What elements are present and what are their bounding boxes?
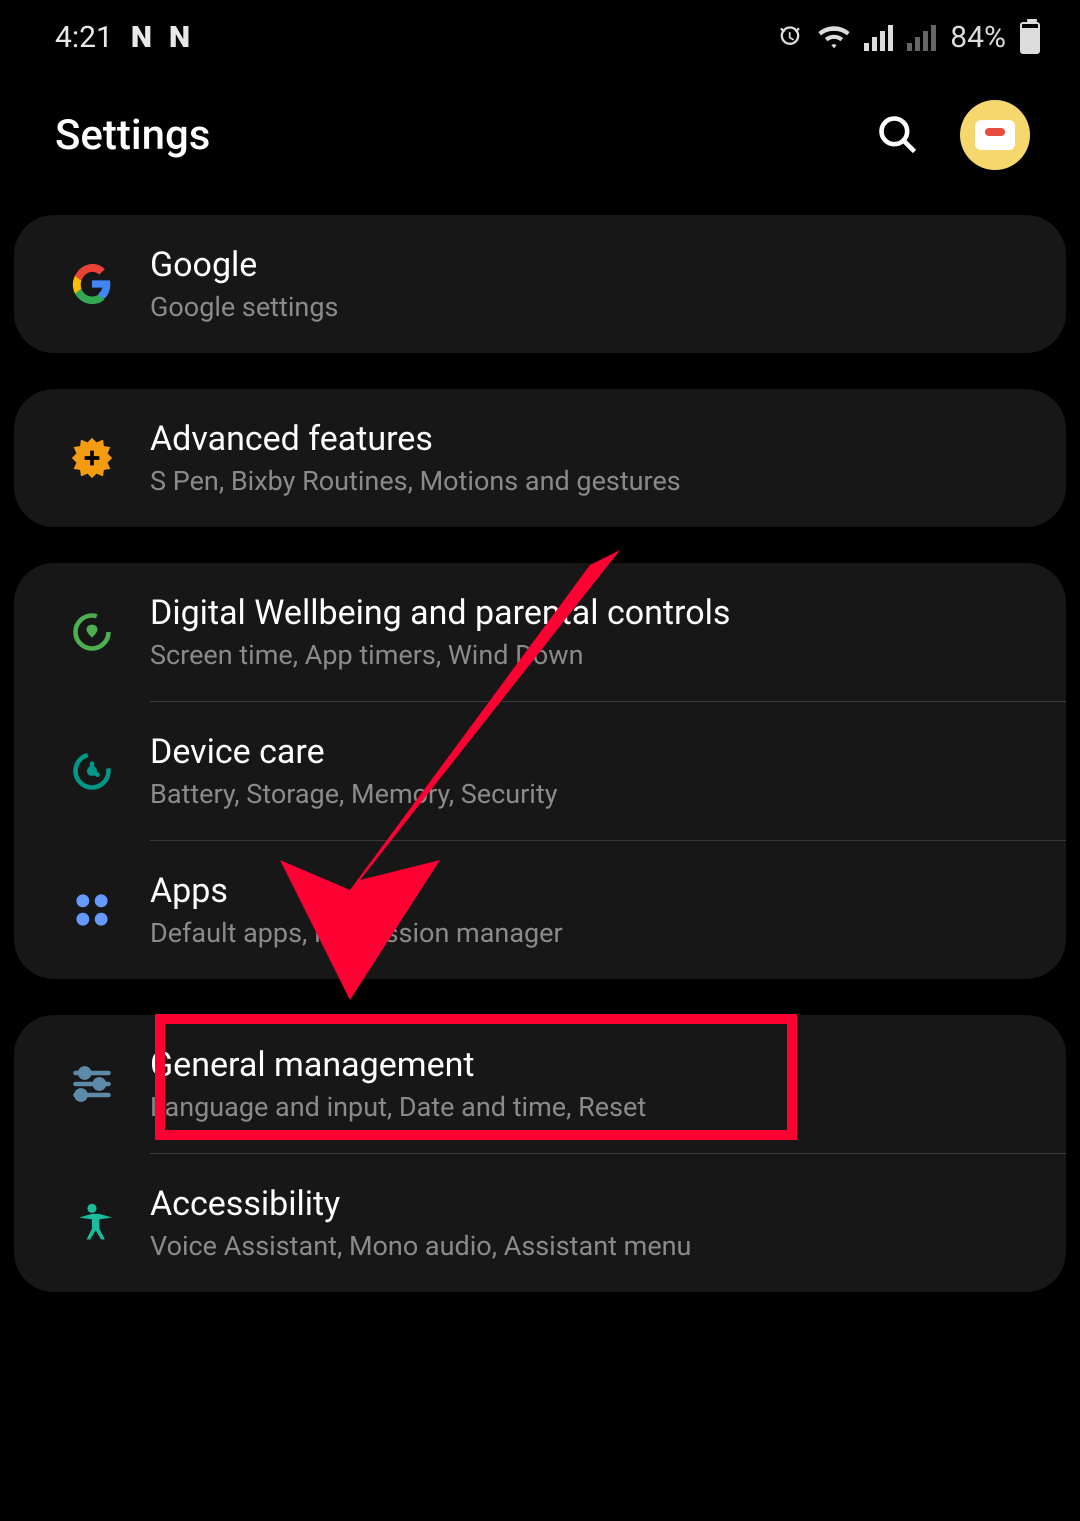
item-subtitle: Battery, Storage, Memory, Security [150, 778, 1026, 810]
item-subtitle: Voice Assistant, Mono audio, Assistant m… [150, 1230, 1026, 1262]
settings-item-google[interactable]: Google Google settings [14, 215, 1066, 353]
device-care-icon [42, 749, 142, 793]
settings-item-apps[interactable]: Apps Default apps, Permission manager [14, 841, 1066, 979]
profile-avatar[interactable] [960, 100, 1030, 170]
wellbeing-icon [42, 610, 142, 654]
item-title: Google [150, 245, 1026, 285]
battery-percent: 84% [950, 20, 1006, 55]
status-left: 4:21 N N [55, 20, 189, 55]
battery-icon [1020, 22, 1040, 54]
search-icon[interactable] [876, 113, 920, 157]
item-title: Device care [150, 732, 1026, 772]
item-title: Accessibility [150, 1184, 1026, 1224]
google-icon [42, 262, 142, 306]
accessibility-person-icon [42, 1201, 142, 1245]
item-subtitle: Google settings [150, 291, 1026, 323]
settings-item-digital-wellbeing[interactable]: Digital Wellbeing and parental controls … [14, 563, 1066, 701]
settings-item-general-management[interactable]: General management Language and input, D… [14, 1015, 1066, 1153]
settings-group: Digital Wellbeing and parental controls … [14, 563, 1066, 979]
item-title: Apps [150, 871, 1026, 911]
settings-item-advanced-features[interactable]: Advanced features S Pen, Bixby Routines,… [14, 389, 1066, 527]
notification-app-icon: N [131, 20, 151, 55]
settings-group: Google Google settings [14, 215, 1066, 353]
sliders-icon [42, 1062, 142, 1106]
page-title: Settings [55, 111, 210, 160]
header-actions [876, 100, 1030, 170]
settings-list: Google Google settings Advanced features… [0, 215, 1080, 1292]
app-header: Settings [0, 65, 1080, 215]
apps-grid-icon [42, 888, 142, 932]
item-subtitle: Screen time, App timers, Wind Down [150, 639, 1026, 671]
item-title: Digital Wellbeing and parental controls [150, 593, 1026, 633]
item-title: Advanced features [150, 419, 1026, 459]
item-title: General management [150, 1045, 1026, 1085]
wifi-icon [818, 25, 850, 51]
settings-item-accessibility[interactable]: Accessibility Voice Assistant, Mono audi… [14, 1154, 1066, 1292]
gear-plus-icon [42, 436, 142, 480]
item-subtitle: S Pen, Bixby Routines, Motions and gestu… [150, 465, 1026, 497]
alarm-icon [776, 24, 804, 52]
signal-1-icon [864, 25, 893, 51]
settings-item-device-care[interactable]: Device care Battery, Storage, Memory, Se… [14, 702, 1066, 840]
notification-app-icon: N [169, 20, 189, 55]
status-right: 84% [776, 20, 1040, 55]
status-bar: 4:21 N N 84% [0, 0, 1080, 65]
settings-group: Advanced features S Pen, Bixby Routines,… [14, 389, 1066, 527]
item-subtitle: Language and input, Date and time, Reset [150, 1091, 1026, 1123]
settings-group: General management Language and input, D… [14, 1015, 1066, 1292]
signal-2-icon [907, 25, 936, 51]
status-time: 4:21 [55, 20, 113, 55]
item-subtitle: Default apps, Permission manager [150, 917, 1026, 949]
